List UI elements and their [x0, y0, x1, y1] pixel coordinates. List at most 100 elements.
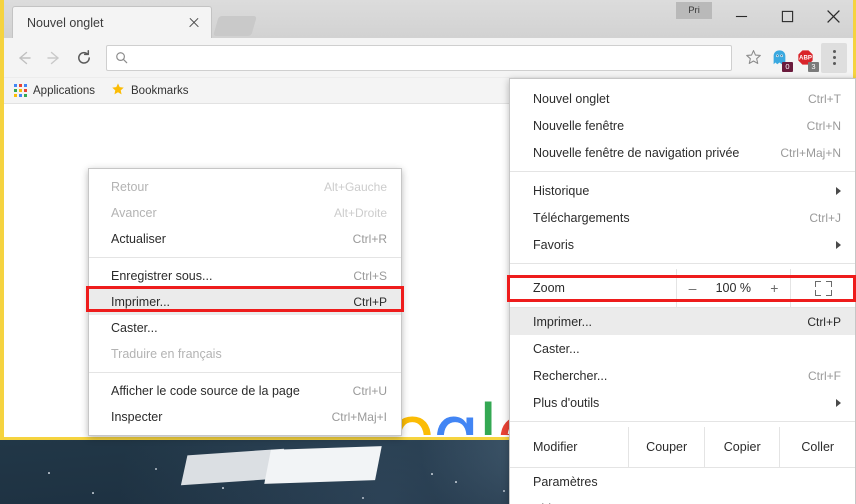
menu-item-nouvel-onglet[interactable]: Nouvel onglet Ctrl+T: [510, 85, 855, 112]
forward-icon[interactable]: [40, 44, 68, 72]
menu-item-label: Nouvelle fenêtre: [533, 118, 625, 133]
star-decor: [362, 497, 364, 499]
tab-nouvel-onglet[interactable]: Nouvel onglet: [12, 6, 212, 38]
bookmark-label: Applications: [33, 84, 96, 97]
edit-row: Modifier Couper Copier Coller: [510, 427, 855, 467]
context-item-retour[interactable]: Retour Alt+Gauche: [89, 174, 401, 200]
zoom-in-button[interactable]: +: [766, 281, 782, 295]
bookmark-star-icon[interactable]: [740, 45, 766, 71]
fullscreen-icon: [814, 280, 832, 296]
reload-icon[interactable]: [70, 44, 98, 72]
ghostery-extension-icon[interactable]: 0: [766, 45, 793, 72]
copy-button[interactable]: Copier: [703, 427, 780, 467]
menu-item-aide[interactable]: Aide: [510, 495, 855, 504]
menu-item-label: Imprimer...: [533, 314, 593, 329]
minimize-icon[interactable]: [718, 0, 764, 32]
context-item-avancer[interactable]: Avancer Alt+Droite: [89, 200, 401, 226]
menu-item-favoris[interactable]: Favoris: [510, 231, 855, 258]
search-icon: [116, 52, 128, 64]
menu-dot: [832, 56, 836, 59]
menu-item-label: Imprimer...: [111, 295, 171, 309]
desktop-decor-shape: [264, 446, 382, 484]
bookmark-item-bookmarks[interactable]: Bookmarks: [111, 82, 189, 99]
menu-separator: [510, 421, 855, 422]
context-item-afficher-source[interactable]: Afficher le code source de la page Ctrl+…: [89, 378, 401, 404]
zoom-out-button[interactable]: –: [685, 281, 701, 295]
menu-item-accel: Alt+Gauche: [323, 180, 387, 194]
print-tooltip-badge: Pri: [676, 2, 712, 19]
context-item-imprimer[interactable]: Imprimer... Ctrl+P: [89, 289, 401, 315]
chrome-main-menu: Nouvel onglet Ctrl+T Nouvelle fenêtre Ct…: [509, 78, 856, 504]
fullscreen-button[interactable]: [791, 269, 855, 307]
menu-item-label: Nouvel onglet: [533, 91, 610, 106]
paste-button[interactable]: Coller: [779, 427, 855, 467]
edit-label: Modifier: [533, 440, 578, 454]
menu-item-parametres[interactable]: Paramètres: [510, 468, 855, 495]
menu-separator: [89, 372, 401, 373]
bookmark-item-applications[interactable]: Applications: [14, 84, 95, 97]
chevron-right-icon: [836, 186, 841, 195]
menu-item-label: Avancer: [111, 206, 157, 220]
menu-item-label: Paramètres: [533, 474, 598, 489]
menu-item-accel: Ctrl+F: [808, 368, 841, 383]
context-item-actualiser[interactable]: Actualiser Ctrl+R: [89, 226, 401, 252]
menu-item-historique[interactable]: Historique: [510, 177, 855, 204]
menu-item-label: Inspecter: [111, 410, 163, 424]
menu-item-plus-d-outils[interactable]: Plus d'outils: [510, 389, 855, 416]
star-decor: [155, 468, 157, 470]
menu-item-imprimer[interactable]: Imprimer... Ctrl+P: [510, 308, 855, 335]
menu-separator: [89, 257, 401, 258]
new-tab-button[interactable]: [213, 16, 257, 36]
menu-item-label: Plus d'outils: [533, 395, 600, 410]
back-icon[interactable]: [10, 44, 38, 72]
context-item-caster[interactable]: Caster...: [89, 315, 401, 341]
menu-item-label: Nouvelle fenêtre de navigation privée: [533, 145, 740, 160]
context-item-inspecter[interactable]: Inspecter Ctrl+Maj+I: [89, 404, 401, 430]
menu-item-telechargements[interactable]: Téléchargements Ctrl+J: [510, 204, 855, 231]
menu-item-accel: Ctrl+P: [807, 314, 841, 329]
menu-item-accel: Ctrl+Maj+I: [331, 410, 387, 424]
star-decor: [92, 492, 94, 494]
chrome-menu-button[interactable]: [821, 42, 847, 73]
menu-item-accel: Ctrl+J: [809, 210, 841, 225]
star-decor: [222, 487, 224, 489]
menu-item-accel: Ctrl+U: [352, 384, 387, 398]
menu-item-nouvelle-fenetre[interactable]: Nouvelle fenêtre Ctrl+N: [510, 112, 855, 139]
chevron-right-icon: [836, 240, 841, 249]
menu-item-caster[interactable]: Caster...: [510, 335, 855, 362]
menu-item-label: Retour: [111, 180, 149, 194]
menu-item-navigation-privee[interactable]: Nouvelle fenêtre de navigation privée Ct…: [510, 139, 855, 166]
context-item-enregistrer-sous[interactable]: Enregistrer sous... Ctrl+S: [89, 263, 401, 289]
menu-item-accel: Alt+Droite: [333, 206, 387, 220]
menu-separator: [510, 263, 855, 264]
zoom-level-value: 100 %: [715, 281, 752, 295]
chevron-right-icon: [836, 398, 841, 407]
cut-button[interactable]: Couper: [628, 427, 704, 467]
maximize-icon[interactable]: [764, 0, 810, 32]
tab-title: Nouvel onglet: [27, 15, 104, 30]
menu-item-label: Caster...: [111, 321, 158, 335]
menu-dot: [832, 62, 836, 65]
menu-item-label: Caster...: [533, 341, 580, 356]
close-icon[interactable]: [185, 14, 203, 32]
menu-item-label: Enregistrer sous...: [111, 269, 213, 283]
menu-item-label: Actualiser: [111, 232, 166, 246]
menu-item-accel: Ctrl+N: [806, 118, 841, 133]
menu-item-label: Afficher le code source de la page: [111, 384, 300, 398]
menu-item-rechercher[interactable]: Rechercher... Ctrl+F: [510, 362, 855, 389]
star-decor: [48, 472, 50, 474]
zoom-row: Zoom – 100 % +: [510, 269, 855, 307]
menu-item-label: Rechercher...: [533, 368, 608, 383]
adblock-plus-extension-icon[interactable]: ABP 3: [792, 45, 819, 72]
address-bar[interactable]: [106, 44, 732, 71]
zoom-label: Zoom: [533, 281, 565, 295]
menu-item-label: Traduire en français: [111, 347, 222, 361]
page-context-menu: Retour Alt+Gauche Avancer Alt+Droite Act…: [88, 168, 402, 436]
window-controls: [718, 0, 856, 32]
menu-dot: [832, 50, 836, 53]
menu-item-accel: Ctrl+Maj+N: [780, 145, 841, 160]
zoom-controls: – 100 % +: [676, 269, 791, 307]
context-item-traduire[interactable]: Traduire en français: [89, 341, 401, 367]
star-folder-icon: [111, 82, 125, 99]
close-window-icon[interactable]: [810, 0, 856, 32]
